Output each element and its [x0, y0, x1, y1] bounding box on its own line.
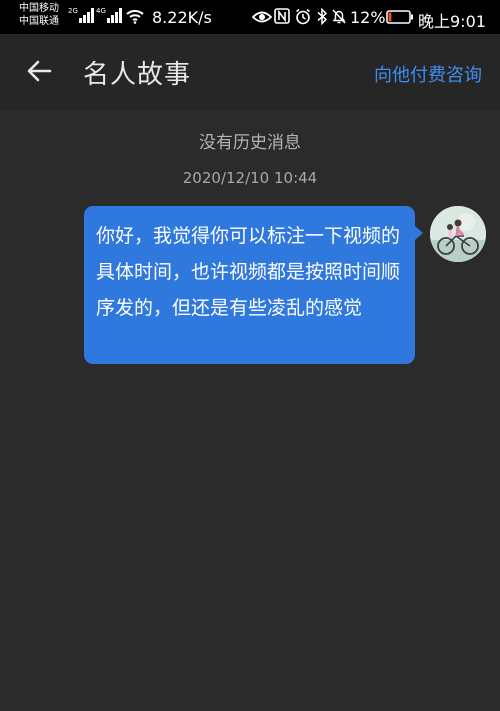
- back-button[interactable]: [22, 54, 56, 88]
- net-tag-1: 2G: [68, 7, 78, 15]
- eye-comfort-icon: [252, 11, 272, 23]
- bubble-tail: [415, 226, 423, 240]
- title-bar: 名人故事 向他付费咨询: [0, 34, 500, 110]
- battery-icon: [386, 10, 413, 24]
- mute-bell-icon: [332, 9, 346, 24]
- net-tag-2: 4G: [96, 7, 106, 15]
- signal-1-icon: 2G: [68, 8, 94, 23]
- signal-2-icon: 4G: [96, 8, 122, 23]
- paid-consult-button[interactable]: 向他付费咨询: [374, 61, 482, 87]
- battery-percent: 12%: [350, 8, 386, 27]
- avatar-cyclist-image: [430, 206, 486, 262]
- wifi-icon: [126, 10, 144, 24]
- carrier-labels: 中国移动 中国联通: [19, 2, 59, 28]
- carrier-1: 中国移动: [19, 3, 59, 14]
- bluetooth-icon: [317, 8, 328, 25]
- net-speed: 8.22K/s: [152, 8, 212, 27]
- carrier-2: 中国联通: [19, 16, 59, 27]
- status-bar: 中国移动 中国联通 2G 4G 8.22K/s 12% 晚上9:01: [0, 0, 500, 34]
- status-clock: 晚上9:01: [418, 12, 486, 31]
- nfc-icon: [274, 8, 290, 24]
- alarm-icon: [296, 8, 310, 25]
- message-bubble[interactable]: 你好，我觉得你可以标注一下视频的具体时间，也许视频都是按照时间顺序发的，但还是有…: [84, 206, 415, 364]
- page-title: 名人故事: [83, 60, 192, 90]
- arrow-left-icon: [27, 60, 52, 82]
- history-note: 没有历史消息: [199, 133, 301, 153]
- avatar[interactable]: [430, 206, 486, 262]
- message-timestamp: 2020/12/10 10:44: [182, 169, 318, 187]
